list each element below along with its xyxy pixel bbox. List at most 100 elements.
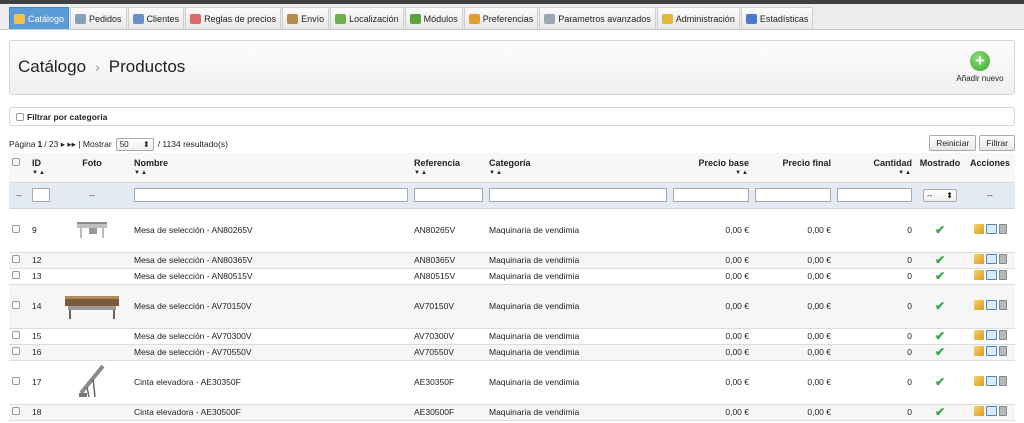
delete-icon[interactable]	[998, 224, 1007, 234]
tab-administracion[interactable]: Administración	[656, 7, 740, 29]
shown-check-icon[interactable]: ✔	[935, 329, 945, 343]
delete-icon[interactable]	[998, 376, 1007, 386]
filter-reference-input[interactable]	[414, 188, 483, 202]
row-checkbox[interactable]	[12, 271, 20, 279]
delete-icon[interactable]	[998, 330, 1007, 340]
column-shown: Mostrado	[915, 153, 965, 183]
filter-id-input[interactable]	[32, 188, 50, 202]
row-reference: AE30350F	[411, 360, 486, 405]
sort-icon[interactable]: ▼▲	[414, 170, 483, 176]
stats-icon	[745, 13, 757, 24]
filter-final-price-input[interactable]	[755, 188, 831, 202]
duplicate-icon[interactable]	[985, 376, 997, 386]
shown-check-icon[interactable]: ✔	[935, 223, 945, 237]
breadcrumb-section[interactable]: Catálogo	[18, 57, 86, 76]
table-row[interactable]: 17 Cinta elevadora - AE30350F AE30350F Maqu…	[9, 360, 1015, 405]
row-checkbox[interactable]	[12, 407, 20, 415]
shown-check-icon[interactable]: ✔	[935, 299, 945, 313]
add-icon: +	[970, 51, 990, 71]
row-checkbox[interactable]	[12, 301, 20, 309]
select-all-checkbox[interactable]	[12, 158, 20, 166]
edit-icon[interactable]	[973, 254, 984, 264]
edit-icon[interactable]	[973, 376, 984, 386]
edit-icon[interactable]	[973, 330, 984, 340]
filter-row: -- -- -- ⬍ --	[9, 182, 1015, 209]
tab-estadisticas[interactable]: Estadísticas	[740, 7, 814, 29]
sort-icon[interactable]: ▼▲	[673, 170, 749, 176]
sort-icon[interactable]: ▼▲	[32, 170, 50, 176]
delete-icon[interactable]	[998, 254, 1007, 264]
price-rules-icon	[190, 13, 202, 24]
table-row[interactable]: 14 Mesa de selección - AV70150V AV70150V Ma…	[9, 284, 1015, 329]
row-photo	[53, 328, 131, 345]
duplicate-icon[interactable]	[985, 346, 997, 356]
category-filter-checkbox[interactable]	[16, 112, 24, 121]
tab-pedidos[interactable]: Pedidos	[70, 7, 127, 29]
duplicate-icon[interactable]	[985, 406, 997, 416]
filter-button[interactable]: Filtrar	[979, 135, 1015, 151]
delete-icon[interactable]	[998, 346, 1007, 356]
per-page-select[interactable]: 50 ⬍	[115, 137, 154, 151]
filter-base-price-input[interactable]	[673, 188, 749, 202]
row-category: Maquinaria de vendimia	[486, 404, 670, 421]
row-base-price: 0,00 €	[670, 208, 752, 253]
row-final-price: 0,00 €	[752, 404, 834, 421]
tab-label: Estadísticas	[759, 13, 809, 24]
delete-icon[interactable]	[998, 406, 1007, 416]
sort-icon[interactable]: ▼▲	[134, 170, 408, 176]
tab-catalogo[interactable]: Catálogo	[9, 7, 70, 29]
shown-check-icon[interactable]: ✔	[935, 405, 945, 419]
row-checkbox[interactable]	[12, 225, 20, 233]
tab-reglas-de-precios[interactable]: Reglas de precios	[185, 7, 282, 29]
row-name: Mesa de selección - AN80515V	[131, 268, 411, 285]
tab-clientes[interactable]: Clientes	[127, 7, 185, 29]
row-photo	[53, 284, 131, 329]
table-row[interactable]: 9 Mesa de selección - AN80265V AN80265V Maq…	[9, 208, 1015, 253]
row-quantity: 0	[834, 284, 915, 329]
row-checkbox[interactable]	[12, 331, 20, 339]
tab-envio[interactable]: Envío	[282, 7, 330, 29]
tab-parametros-avanzados[interactable]: Parametros avanzados	[539, 7, 656, 29]
edit-icon[interactable]	[973, 270, 984, 280]
edit-icon[interactable]	[973, 300, 984, 310]
row-reference: AV70300V	[411, 328, 486, 345]
tab-localizacion[interactable]: Localización	[330, 7, 404, 29]
delete-icon[interactable]	[998, 270, 1007, 280]
tab-modulos[interactable]: Módulos	[404, 7, 463, 29]
shown-check-icon[interactable]: ✔	[935, 345, 945, 359]
row-checkbox[interactable]	[12, 347, 20, 355]
table-row[interactable]: 16 Mesa de selección - AV70550V AV70550V Ma…	[9, 344, 1015, 361]
edit-icon[interactable]	[973, 346, 984, 356]
duplicate-icon[interactable]	[985, 300, 997, 310]
row-checkbox[interactable]	[12, 377, 20, 385]
category-filter-toggle[interactable]: Filtrar por categoría	[9, 107, 1015, 126]
add-new-button[interactable]: + Añadir nuevo	[954, 51, 1006, 83]
shown-check-icon[interactable]: ✔	[935, 253, 945, 267]
duplicate-icon[interactable]	[985, 224, 997, 234]
table-row[interactable]: 12 Mesa de selección - AN80365V AN80365V Ma…	[9, 252, 1015, 269]
sort-icon[interactable]: ▼▲	[837, 170, 912, 176]
row-quantity: 0	[834, 268, 915, 285]
reset-button[interactable]: Reiniciar	[929, 135, 977, 151]
filter-quantity-input[interactable]	[837, 188, 912, 202]
edit-icon[interactable]	[973, 224, 984, 234]
next-page-icon[interactable]: ▸ ▸▸	[61, 139, 76, 150]
filter-category-input[interactable]	[489, 188, 667, 202]
row-checkbox[interactable]	[12, 255, 20, 263]
edit-icon[interactable]	[973, 406, 984, 416]
filter-shown-select[interactable]: -- ⬍	[923, 188, 957, 202]
row-name: Mesa de selección - AV70300V	[131, 328, 411, 345]
shown-check-icon[interactable]: ✔	[935, 269, 945, 283]
table-row[interactable]: 13 Mesa de selección - AN80515V AN80515V Ma…	[9, 268, 1015, 285]
duplicate-icon[interactable]	[985, 254, 997, 264]
delete-icon[interactable]	[998, 300, 1007, 310]
page-title: Productos	[108, 57, 186, 76]
tab-preferencias[interactable]: Preferencias	[463, 7, 539, 29]
table-row[interactable]: 15 Mesa de selección - AV70300V AV70300V Ma…	[9, 328, 1015, 345]
sort-icon[interactable]: ▼▲	[489, 170, 667, 176]
shown-check-icon[interactable]: ✔	[935, 375, 945, 389]
duplicate-icon[interactable]	[985, 270, 997, 280]
filter-name-input[interactable]	[134, 188, 408, 202]
table-row[interactable]: 18 Cinta elevadora - AE30500F AE30500F Maqu…	[9, 404, 1015, 421]
duplicate-icon[interactable]	[985, 330, 997, 340]
